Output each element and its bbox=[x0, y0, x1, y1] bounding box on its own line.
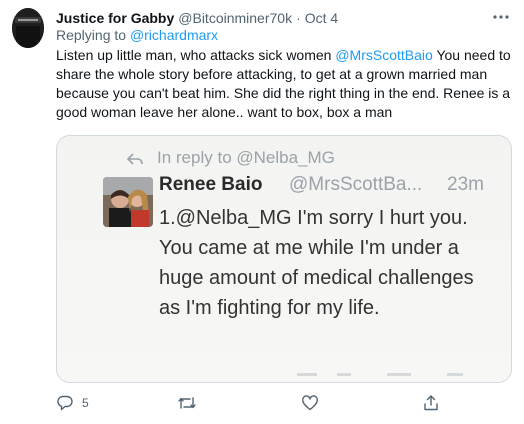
retweet-icon bbox=[178, 397, 196, 409]
reply-count: 5 bbox=[82, 396, 89, 410]
reply-button[interactable]: 5 bbox=[56, 392, 89, 414]
retweet-button[interactable] bbox=[177, 392, 197, 414]
author-handle[interactable]: @Bitcoinminer70k bbox=[178, 10, 292, 26]
tweet-header: Justice for Gabby @Bitcoinminer70k · Oct… bbox=[56, 8, 494, 28]
reply-prefix: Replying to bbox=[56, 27, 127, 43]
inner-time: 23m bbox=[447, 174, 484, 195]
author-avatar[interactable] bbox=[12, 8, 44, 48]
reply-mention-link[interactable]: @richardmarx bbox=[130, 27, 218, 43]
inner-in-reply: In reply to @Nelba_MG bbox=[157, 148, 335, 167]
tweet-text-part1: Listen up little man, who attacks sick w… bbox=[56, 47, 336, 63]
like-icon bbox=[302, 395, 318, 411]
inner-reply-arrow-icon bbox=[127, 153, 143, 165]
tweet-date[interactable]: Oct 4 bbox=[305, 10, 338, 26]
tweet-text: Listen up little man, who attacks sick w… bbox=[56, 46, 511, 122]
replying-to: Replying to @richardmarx bbox=[56, 27, 218, 43]
tweet-actions: 5 bbox=[56, 392, 496, 416]
screenshot-image: In reply to @Nelba_MG Renee Baio @MrsSco… bbox=[57, 136, 511, 382]
like-button[interactable] bbox=[301, 392, 319, 414]
reply-icon bbox=[57, 395, 73, 411]
attached-image[interactable]: In reply to @Nelba_MG Renee Baio @MrsSco… bbox=[56, 135, 512, 383]
tweet[interactable]: Justice for Gabby @Bitcoinminer70k · Oct… bbox=[0, 0, 524, 424]
inner-avatar bbox=[103, 177, 153, 227]
inner-author-handle: @MrsScottBa... bbox=[289, 174, 423, 195]
separator-dot: · bbox=[296, 10, 301, 26]
body-mention-link[interactable]: @MrsScottBaio bbox=[335, 47, 432, 63]
inner-footer-fade bbox=[297, 373, 463, 376]
inner-author-name: Renee Baio bbox=[159, 174, 263, 195]
author-name[interactable]: Justice for Gabby bbox=[56, 10, 174, 26]
inner-tweet-text: 1.@Nelba_MG I'm sorry I hurt you. You ca… bbox=[159, 207, 474, 319]
more-horizontal-icon[interactable] bbox=[492, 10, 510, 24]
share-button[interactable] bbox=[422, 392, 440, 414]
share-icon bbox=[424, 395, 438, 411]
